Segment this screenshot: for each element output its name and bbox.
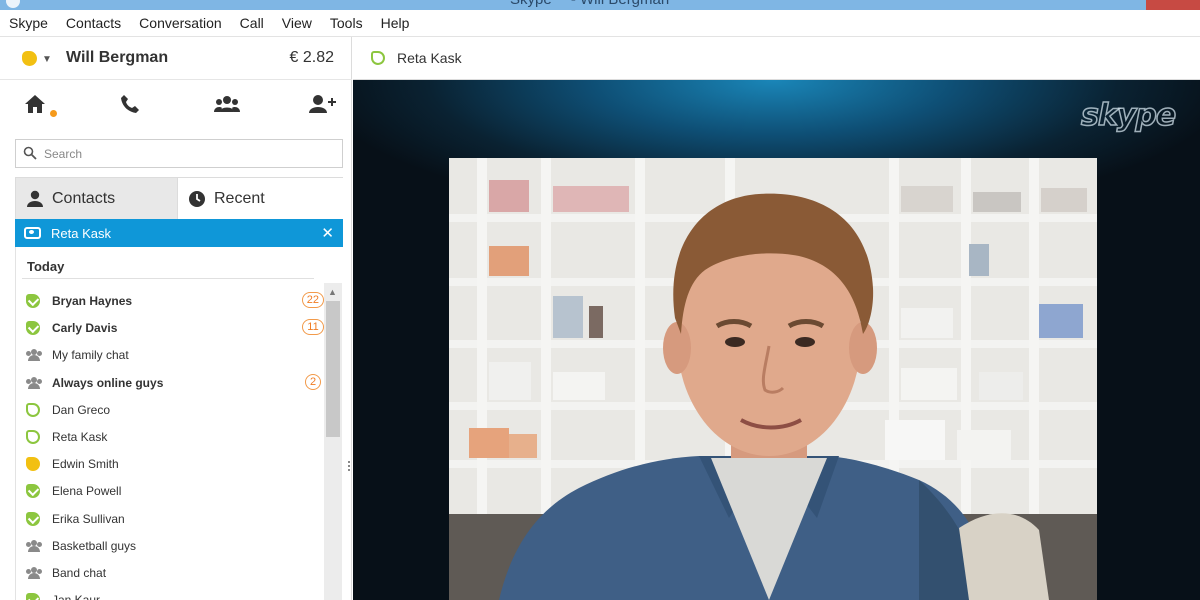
- recent-list-area: Today Bryan Haynes 22 Carly Davis 11 My fami…: [15, 247, 343, 600]
- tab-contacts[interactable]: Contacts: [16, 178, 178, 220]
- recent-scrollbar[interactable]: ▲: [324, 283, 342, 600]
- tab-recent[interactable]: Recent: [178, 178, 343, 220]
- left-panel: ▼ Will Bergman € 2.82 Contacts Recent: [0, 37, 352, 600]
- list-item-name: Carly Davis: [52, 321, 118, 336]
- list-item[interactable]: Elena Powell: [16, 477, 324, 504]
- profile-name[interactable]: Will Bergman: [66, 49, 168, 67]
- online-status-icon: [26, 511, 40, 526]
- list-item[interactable]: Jan Kaur: [16, 586, 324, 600]
- menu-call[interactable]: Call: [238, 13, 266, 33]
- remote-video-feed: [449, 158, 1097, 600]
- active-call-bar[interactable]: Reta Kask ✕: [15, 219, 343, 247]
- recent-list: Bryan Haynes 22 Carly Davis 11 My family cha…: [16, 287, 324, 600]
- online-status-icon: [26, 593, 40, 600]
- add-contact-icon: [309, 95, 336, 113]
- online-status-icon: [26, 484, 40, 499]
- create-group-button[interactable]: [214, 94, 242, 120]
- unread-count-badge: 2: [305, 373, 321, 390]
- menu-contacts[interactable]: Contacts: [64, 13, 123, 33]
- list-item[interactable]: Reta Kask: [16, 423, 324, 450]
- list-item[interactable]: Band chat: [16, 559, 324, 586]
- clock-icon: [189, 191, 205, 207]
- title-bar: Skype™ - Will Bergman: [0, 0, 1200, 10]
- scrollbar-thumb[interactable]: [326, 301, 340, 437]
- window-title: Skype™ - Will Bergman: [510, 0, 669, 8]
- list-item[interactable]: Erika Sullivan: [16, 505, 324, 532]
- conversation-name[interactable]: Reta Kask: [397, 50, 462, 66]
- scroll-up-icon[interactable]: ▲: [328, 287, 337, 297]
- active-call-name: Reta Kask: [51, 226, 111, 241]
- video-camera-icon: [24, 227, 41, 239]
- skype-app-icon: [6, 0, 20, 8]
- section-divider: [22, 278, 314, 279]
- list-item-name: Edwin Smith: [52, 457, 119, 472]
- person-icon: [27, 190, 43, 207]
- menu-bar: Skype Contacts Conversation Call View To…: [0, 10, 1200, 37]
- list-item-name: Band chat: [52, 565, 107, 580]
- menu-view[interactable]: View: [280, 13, 314, 33]
- group-chat-icon: [26, 539, 42, 552]
- contact-tabs: Contacts Recent: [15, 177, 343, 220]
- menu-help[interactable]: Help: [379, 13, 412, 33]
- list-item-name: Jan Kaur: [52, 593, 100, 600]
- phone-icon: [121, 95, 139, 113]
- caller-video-image: [499, 193, 1049, 600]
- list-item[interactable]: Bryan Haynes 22: [16, 287, 324, 314]
- list-item-name: My family chat: [52, 348, 129, 363]
- unread-count-badge: 22: [301, 292, 324, 308]
- list-item[interactable]: Carly Davis 11: [16, 314, 324, 341]
- list-item-name: Dan Greco: [52, 402, 111, 417]
- list-item[interactable]: My family chat: [16, 341, 324, 368]
- search-icon: [23, 146, 37, 160]
- tab-contacts-label: Contacts: [52, 190, 116, 207]
- home-icon: [25, 95, 45, 113]
- away-status-icon: [26, 457, 40, 472]
- skype-watermark-logo: skype: [1080, 97, 1177, 134]
- online-status-icon: [26, 321, 40, 336]
- panel-splitter[interactable]: [347, 459, 351, 479]
- list-item[interactable]: Always online guys 2: [16, 369, 324, 396]
- group-chat-icon: [26, 376, 42, 389]
- list-item-name: Always online guys: [52, 375, 164, 390]
- nav-toolbar: [0, 80, 352, 132]
- status-menu-button[interactable]: ▼: [22, 49, 56, 69]
- call-phones-button[interactable]: [120, 94, 148, 120]
- window-close-button[interactable]: [1146, 0, 1200, 10]
- away-status-icon: [22, 51, 37, 66]
- menu-conversation[interactable]: Conversation: [137, 13, 224, 33]
- user-header: ▼ Will Bergman € 2.82: [0, 37, 352, 80]
- offline-status-icon: [26, 402, 40, 417]
- close-icon[interactable]: ✕: [321, 224, 334, 242]
- list-item-name: Reta Kask: [52, 429, 108, 444]
- list-item[interactable]: Edwin Smith: [16, 450, 324, 477]
- video-call-area[interactable]: skype: [353, 80, 1200, 600]
- chevron-down-icon: ▼: [42, 54, 52, 65]
- notification-dot: [50, 110, 57, 117]
- conversation-header: Reta Kask: [353, 37, 1200, 80]
- search-input[interactable]: [44, 143, 334, 164]
- list-item-name: Elena Powell: [52, 484, 122, 499]
- section-today: Today: [27, 259, 65, 274]
- group-chat-icon: [26, 566, 42, 579]
- list-item-name: Basketball guys: [52, 538, 137, 553]
- add-contact-button[interactable]: [308, 94, 336, 120]
- group-icon: [214, 96, 240, 112]
- unread-count-badge: 11: [302, 319, 324, 336]
- group-chat-icon: [26, 349, 42, 362]
- list-item-name: Erika Sullivan: [52, 511, 125, 526]
- offline-status-icon: [26, 429, 40, 444]
- list-item[interactable]: Dan Greco: [16, 396, 324, 423]
- tab-recent-label: Recent: [214, 190, 265, 207]
- home-button[interactable]: [24, 94, 57, 120]
- menu-skype[interactable]: Skype: [7, 13, 50, 33]
- menu-tools[interactable]: Tools: [328, 13, 365, 33]
- list-item-name: Bryan Haynes: [52, 294, 133, 308]
- list-item[interactable]: Basketball guys: [16, 532, 324, 559]
- search-box: [15, 139, 343, 168]
- online-status-icon: [26, 294, 40, 308]
- skype-credit[interactable]: € 2.82: [290, 49, 334, 67]
- offline-status-icon: [371, 51, 385, 65]
